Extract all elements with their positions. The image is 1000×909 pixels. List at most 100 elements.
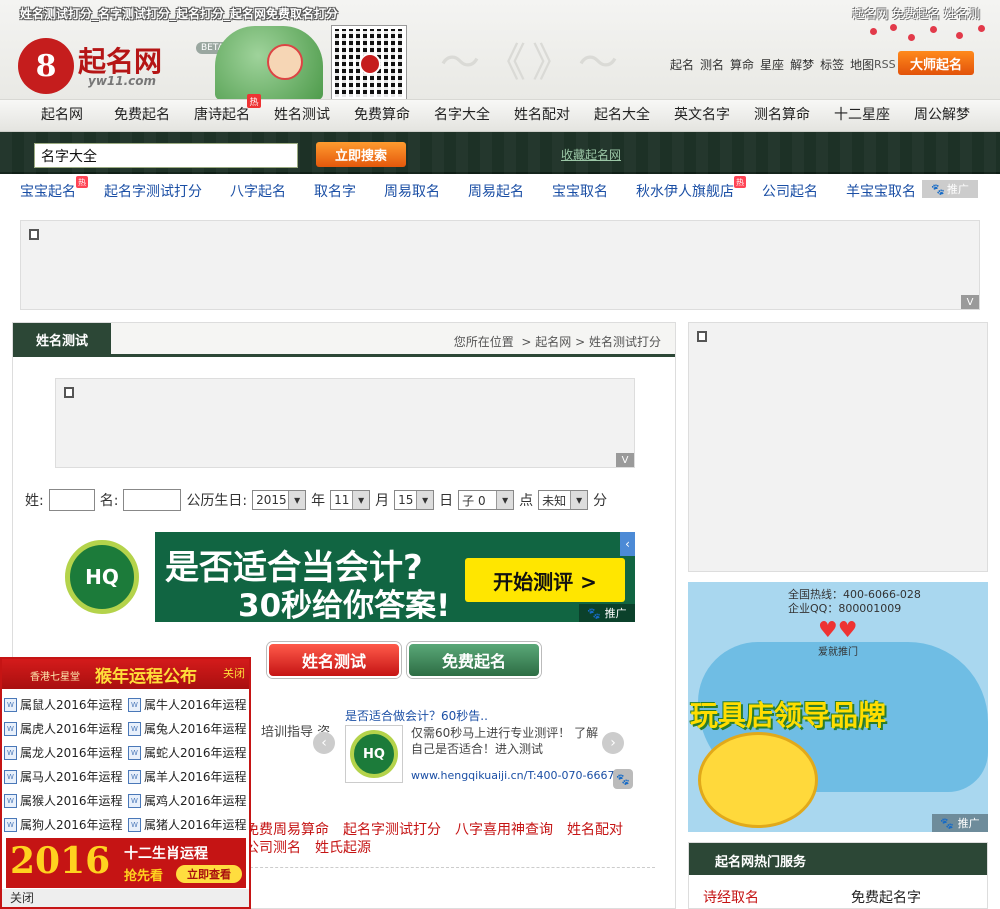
header-link[interactable]: 地图 xyxy=(850,56,874,73)
search-button[interactable]: 立即搜索 xyxy=(316,142,406,167)
panel-tab[interactable]: 姓名测试 xyxy=(13,323,111,356)
bookmark-link[interactable]: 收藏起名网 xyxy=(561,146,621,163)
master-naming-button[interactable]: 大师起名 xyxy=(898,51,974,75)
sub-nav-item[interactable]: 周易起名 xyxy=(468,181,524,201)
related-link[interactable]: 起名字测试打分 xyxy=(343,822,441,838)
horoscope-item[interactable]: W 属龙人2016年运程 xyxy=(4,744,123,761)
horoscope-item[interactable]: W 属蛇人2016年运程 xyxy=(128,744,247,761)
text-ad-url[interactable]: www.hengqikuaiji.cn/T:400-070-6667 xyxy=(411,769,614,782)
main-nav-item[interactable]: 姓名测试 xyxy=(262,100,342,131)
month-select[interactable]: 11 xyxy=(330,490,371,510)
top-right-links[interactable]: 起名网 免费起名 姓名测 xyxy=(852,5,980,22)
main-nav-item[interactable]: 英文名字 xyxy=(662,100,742,131)
site-logo[interactable]: 8 起名网 yw11.com xyxy=(18,38,178,94)
sub-nav-item[interactable]: 宝宝取名 xyxy=(552,181,608,201)
header-link[interactable]: 算命 xyxy=(730,56,754,73)
rss-link[interactable]: RSS xyxy=(874,58,896,71)
chevron-left-icon[interactable]: ‹ xyxy=(313,732,335,754)
horoscope-item[interactable]: W 属猴人2016年运程 xyxy=(4,792,123,809)
search-bar: 立即搜索 收藏起名网 xyxy=(0,132,1000,174)
related-link[interactable]: 姓名配对 xyxy=(567,822,623,838)
sub-nav-item[interactable]: 羊宝宝取名 xyxy=(846,181,916,201)
horoscope-item[interactable]: W 属马人2016年运程 xyxy=(4,768,123,785)
surname-input[interactable] xyxy=(48,489,95,511)
breadcrumb-home[interactable]: 起名网 xyxy=(535,335,571,349)
horoscope-item-label: 属猪人2016年运程 xyxy=(144,818,247,832)
sub-nav-item[interactable]: 取名字 xyxy=(314,181,356,201)
main-nav-item[interactable]: 免费起名 xyxy=(102,100,182,131)
horoscope-item[interactable]: W 属羊人2016年运程 xyxy=(128,768,247,785)
ad-brand: ♥♥ 爱就推门 xyxy=(818,618,878,658)
search-input[interactable] xyxy=(34,143,298,168)
banner-subheadline: 30秒给你答案! xyxy=(238,588,451,622)
sub-nav-item[interactable]: 秋水伊人旗舰店 xyxy=(636,181,734,201)
main-nav-item[interactable]: 起名大全 xyxy=(582,100,662,131)
promo-view-button[interactable]: 立即查看 xyxy=(176,865,242,883)
ad-hotline-phone: 全国热线：400-6066-028 xyxy=(788,588,921,601)
main-nav-item[interactable]: 免费算命 xyxy=(342,100,422,131)
given-name-label: 名: xyxy=(99,493,119,509)
text-ad[interactable]: 是否适合做会计？60秒告.. HQ 仅需60秒马上进行专业测评！ 了解自己是否适… xyxy=(345,707,615,787)
ad-label[interactable]: 🐾 推广 xyxy=(922,180,978,198)
text-ad-title[interactable]: 是否适合做会计？60秒告.. xyxy=(345,707,615,724)
free-naming-button[interactable]: 免费起名 xyxy=(407,642,541,678)
top-ad-slot[interactable]: V xyxy=(20,220,980,310)
minute-select[interactable]: 未知 xyxy=(538,490,589,510)
sub-nav-item[interactable]: 公司起名 xyxy=(762,181,818,201)
popup-footer-close[interactable]: 关闭 xyxy=(2,889,249,907)
main-nav-item[interactable]: 起名网 xyxy=(22,100,102,131)
header-link[interactable]: 星座 xyxy=(760,56,784,73)
header-link[interactable]: 测名 xyxy=(700,56,724,73)
hot-service-item[interactable]: 免费起名字 xyxy=(851,887,921,907)
seo-title: 姓名测试打分_名字测试打分_起名打分_起名网免费取名打分 xyxy=(20,7,339,21)
main-nav-item[interactable]: 十二星座 xyxy=(822,100,902,131)
horoscope-item[interactable]: W 属鸡人2016年运程 xyxy=(128,792,247,809)
main-nav-item[interactable]: 姓名配对 xyxy=(502,100,582,131)
accounting-test-banner[interactable]: HQ 是否适合当会计? 30秒给你答案! 开始测评 > ‹ 🐾 推广 xyxy=(55,532,635,622)
header-link[interactable]: 标签 xyxy=(820,56,844,73)
name-test-button[interactable]: 姓名测试 xyxy=(267,642,401,678)
ad-hotline-qq: 企业QQ：800001009 xyxy=(788,602,902,615)
related-link[interactable]: 公司测名 xyxy=(245,840,301,856)
main-nav-item[interactable]: 周公解梦 xyxy=(902,100,982,131)
header-link[interactable]: 起名 xyxy=(670,56,694,73)
month-unit: 月 xyxy=(375,493,390,509)
sub-nav-item[interactable]: 宝宝起名 xyxy=(20,181,76,201)
day-select[interactable]: 15 xyxy=(394,490,435,510)
related-link[interactable]: 姓氏起源 xyxy=(315,840,371,856)
document-icon: W xyxy=(128,793,141,808)
popup-promo[interactable]: 2016 十二生肖运程 抢先看 立即查看 xyxy=(6,838,246,888)
given-name-input[interactable] xyxy=(123,489,182,511)
main-nav-item[interactable]: 测名算命 xyxy=(742,100,822,131)
horoscope-item[interactable]: W 属鼠人2016年运程 xyxy=(4,696,123,713)
document-icon: W xyxy=(128,745,141,760)
paw-icon[interactable]: 🐾 xyxy=(613,769,633,789)
document-icon: W xyxy=(4,817,17,832)
hot-service-item[interactable]: 诗经取名 xyxy=(703,887,759,907)
sub-nav-item[interactable]: 起名字测试打分 xyxy=(104,181,202,201)
inner-ad-slot[interactable]: V xyxy=(55,378,635,468)
document-icon: W xyxy=(4,769,17,784)
hour-select[interactable]: 子 0 xyxy=(458,490,515,510)
sub-nav-item[interactable]: 周易取名 xyxy=(384,181,440,201)
header-link[interactable]: 解梦 xyxy=(790,56,814,73)
horoscope-item[interactable]: W 属狗人2016年运程 xyxy=(4,816,123,833)
year-select[interactable]: 2015 xyxy=(252,490,307,510)
horoscope-item[interactable]: W 属兔人2016年运程 xyxy=(128,720,247,737)
banner-cta-button[interactable]: 开始测评 > xyxy=(465,558,625,602)
horoscope-item[interactable]: W 属虎人2016年运程 xyxy=(4,720,123,737)
side-ad-slot[interactable] xyxy=(688,322,988,572)
hour-unit: 点 xyxy=(519,493,534,509)
horoscope-item[interactable]: W 属牛人2016年运程 xyxy=(128,696,247,713)
related-link[interactable]: 免费周易算命 xyxy=(245,822,329,838)
main-nav-item[interactable]: 名字大全 xyxy=(422,100,502,131)
related-link[interactable]: 八字喜用神查询 xyxy=(455,822,553,838)
chevron-right-icon[interactable]: › xyxy=(602,732,624,754)
ad-hotline: 全国热线：400-6066-028 企业QQ：800001009 xyxy=(788,588,921,616)
side-map-ad[interactable]: 全国热线：400-6066-028 企业QQ：800001009 ♥♥ 爱就推门… xyxy=(688,582,988,832)
chevron-left-icon[interactable]: ‹ xyxy=(620,532,635,556)
panel-header-line xyxy=(13,354,675,357)
popup-close-button[interactable]: 关闭 xyxy=(223,665,245,681)
sub-nav-item[interactable]: 八字起名 xyxy=(230,181,286,201)
horoscope-item[interactable]: W 属猪人2016年运程 xyxy=(128,816,247,833)
